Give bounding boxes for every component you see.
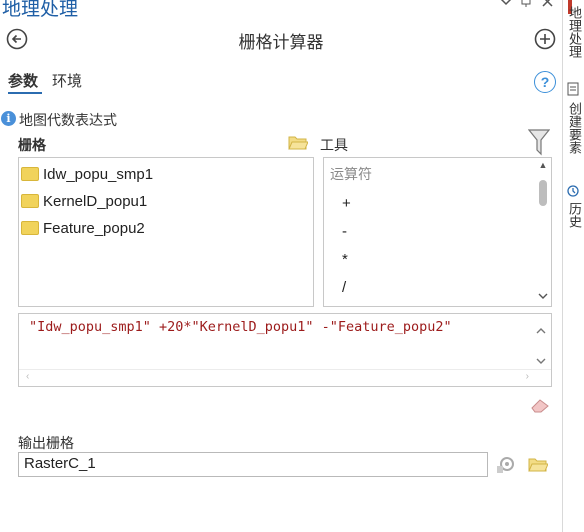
eraser-icon[interactable] <box>530 398 550 419</box>
operator-divide[interactable]: / <box>342 279 346 296</box>
dock-tab-history[interactable]: 历史 <box>565 202 584 228</box>
dropdown-icon[interactable] <box>500 0 512 10</box>
scroll-down-arrow[interactable] <box>535 292 551 302</box>
dock-tab-create-features[interactable]: 创建要素 <box>565 102 584 154</box>
expression-editor[interactable]: "Idw_popu_smp1" +20*"KernelD_popu1" -"Fe… <box>18 313 552 387</box>
open-folder-icon[interactable] <box>288 134 309 155</box>
scroll-right-arrow[interactable]: › <box>526 371 529 382</box>
tools-header: 工具 <box>320 137 348 153</box>
raster-layer-icon <box>21 167 39 181</box>
pin-icon[interactable] <box>520 0 532 10</box>
geoprocessing-pane: 地理处理 栅格计算器 参数 环境 ? i 地图代数表达式 栅格 工具 Idw_p… <box>0 0 562 532</box>
raster-properties-icon[interactable] <box>496 454 516 479</box>
tool-title: 栅格计算器 <box>238 33 324 52</box>
tab-parameters[interactable]: 参数 <box>8 70 38 91</box>
map-algebra-label: 地图代数表达式 <box>19 112 117 128</box>
operator-list: 运算符 + - * / ▲ <box>323 157 552 307</box>
operator-plus[interactable]: + <box>342 195 351 212</box>
help-button[interactable]: ? <box>534 71 556 93</box>
list-item[interactable]: Idw_popu_smp1 <box>21 162 153 186</box>
raster-header: 栅格 <box>18 137 46 153</box>
raster-name: KernelD_popu1 <box>43 192 148 210</box>
operator-minus[interactable]: - <box>342 223 347 240</box>
raster-name: Feature_popu2 <box>43 219 145 237</box>
raster-list: Idw_popu_smp1 KernelD_popu1 Feature_popu… <box>18 157 314 307</box>
expression-text[interactable]: "Idw_popu_smp1" +20*"KernelD_popu1" -"Fe… <box>29 319 452 335</box>
operator-scrollbar[interactable]: ▲ <box>535 158 551 306</box>
info-icon: i <box>1 111 16 126</box>
operator-multiply[interactable]: * <box>342 251 348 268</box>
tab-environments[interactable]: 环境 <box>52 70 82 91</box>
dock-tab-geoprocessing[interactable]: 地理处理 <box>565 6 584 58</box>
active-tab-indicator <box>8 92 42 94</box>
scrollbar-thumb[interactable] <box>539 180 547 206</box>
raster-layer-icon <box>21 221 39 235</box>
close-icon[interactable] <box>542 0 554 10</box>
create-features-icon <box>567 82 579 101</box>
add-button[interactable] <box>534 28 556 50</box>
output-raster-field[interactable]: RasterC_1 <box>18 452 488 477</box>
scroll-down-arrow[interactable] <box>536 352 546 370</box>
browse-folder-icon[interactable] <box>528 456 549 477</box>
raster-layer-icon <box>21 194 39 208</box>
panel-title: 地理处理 <box>2 0 79 20</box>
scroll-up-arrow[interactable] <box>536 321 546 339</box>
list-item[interactable]: Feature_popu2 <box>21 216 145 240</box>
history-icon <box>567 184 579 202</box>
output-raster-label: 输出栅格 <box>18 435 74 451</box>
list-item[interactable]: KernelD_popu1 <box>21 189 147 213</box>
operator-placeholder: 运算符 <box>330 166 372 182</box>
dock-tab-strip: 地理处理 创建要素 历史 <box>562 0 584 532</box>
scroll-left-arrow[interactable]: ‹ <box>26 371 29 382</box>
scroll-up-arrow[interactable]: ▲ <box>535 160 551 170</box>
raster-name: Idw_popu_smp1 <box>43 165 154 183</box>
horizontal-scrollbar-track <box>19 369 551 370</box>
